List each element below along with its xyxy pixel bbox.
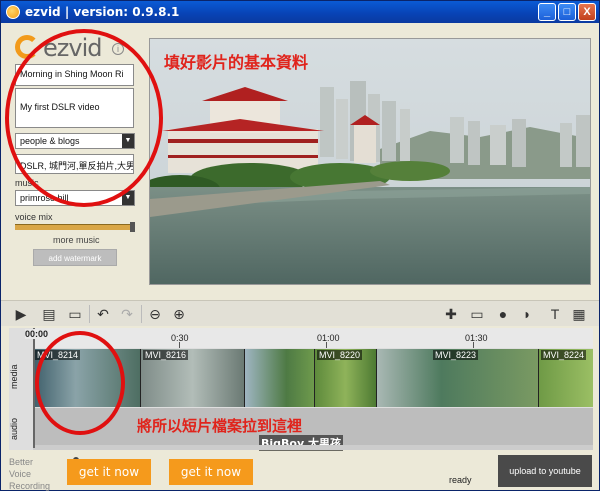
slider-handle[interactable] [130,222,135,232]
title-bar: ezvid | version: 0.9.8.1 _ □ X [1,1,599,23]
time-ruler[interactable]: 0:30 01:00 01:30 [33,328,593,348]
add-media-icon[interactable]: ▤ [41,306,57,322]
playhead-time: 00:00 [25,329,49,339]
preview-frame [150,39,590,284]
tick-mark [473,342,474,348]
screen-capture-icon[interactable]: ▭ [469,306,485,322]
media-clip[interactable]: MVI_8223 [377,349,539,407]
get-it-now-button[interactable]: get it now [169,459,253,485]
clip-name: MVI_8223 [433,350,479,360]
annotation-circle [35,331,125,435]
clip-name: MVI_8224 [541,350,587,360]
media-clip[interactable]: MVI_8224 [539,349,593,407]
media-clip[interactable]: MVI_8220 [315,349,377,407]
tick-label: 01:30 [465,333,488,343]
audio-track[interactable]: 將所以短片檔案拉到這裡 BigBoy 大男孩 [33,408,593,451]
video-preview: 填好影片的基本資料 [149,38,591,285]
undo-icon[interactable]: ↶ [95,306,111,322]
play-icon[interactable]: ▶ [13,306,29,322]
game-capture-icon[interactable]: ✚ [443,306,459,322]
tick-mark [179,342,180,348]
promo-text: Better Voice Recording [9,456,50,492]
minimize-button[interactable]: _ [538,3,556,21]
app-icon [6,5,20,19]
window-controls: _ □ X [538,3,596,21]
toolbar-divider [141,305,142,323]
clip-name: MVI_8220 [317,350,363,360]
upload-to-youtube-button[interactable]: upload to youtube [498,455,592,487]
maximize-button[interactable]: □ [558,3,576,21]
more-music-link[interactable]: more music [53,235,100,245]
timeline-scrollbar[interactable] [33,445,593,450]
clip-name: MVI_8216 [143,350,189,360]
promo-line: Voice [9,469,32,479]
audio-annotation: 將所以短片檔案拉到這裡 [137,417,303,435]
timeline-toolbar: ▶ ▤ ▭ ↶ ↷ ⊖ ⊕ ✚ ▭ ● ◗ T ▦ [1,300,599,326]
toolbar-divider [89,305,90,323]
bottom-bar: Better Voice Recording get it now get it… [1,452,599,492]
window-title: ezvid | version: 0.9.8.1 [25,5,180,19]
annotation-circle [5,29,163,207]
promo-line: Recording [9,481,51,491]
tick-label: 01:00 [317,333,340,343]
media-clip[interactable] [245,349,315,407]
voice-mix-label: voice mix [15,212,53,222]
get-it-now-button[interactable]: get it now [67,459,151,485]
zoom-in-icon[interactable]: ⊕ [171,306,187,322]
voice-mix-slider[interactable] [15,222,135,232]
preview-annotation: 填好影片的基本資料 [164,53,309,72]
zoom-out-icon[interactable]: ⊖ [147,306,163,322]
close-button[interactable]: X [578,3,596,21]
audio-track-label: audio [9,417,19,441]
promo-line: Better [9,457,34,467]
redo-icon[interactable]: ↷ [119,306,135,322]
tick-mark [326,342,327,348]
media-track-label: media [9,364,19,390]
microphone-icon[interactable]: ● [495,306,511,322]
app-window: ezvid | version: 0.9.8.1 _ □ X ezvid i M… [0,0,600,491]
text-icon[interactable]: T [547,306,563,322]
add-watermark-button[interactable]: add watermark [33,249,117,266]
status-text: ready [449,475,472,485]
open-folder-icon[interactable]: ▭ [67,306,83,322]
film-icon[interactable]: ▦ [571,306,587,322]
speech-icon[interactable]: ◗ [519,306,535,322]
media-clip[interactable]: MVI_8216 [141,349,245,407]
